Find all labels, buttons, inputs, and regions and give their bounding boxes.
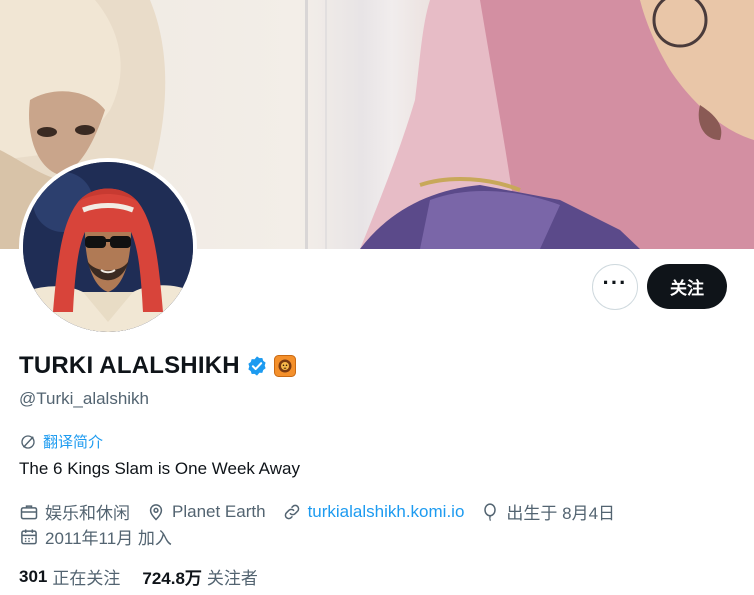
translate-icon: [21, 434, 35, 449]
lion-badge-icon[interactable]: [273, 355, 296, 377]
joined-text: 2011年11月 加入: [45, 529, 172, 548]
birthday-text: 出生于 8月4日: [506, 504, 616, 523]
avatar-image: [23, 162, 193, 332]
following-link[interactable]: 301 正在关注: [19, 564, 120, 589]
profile-bio: The 6 Kings Slam is One Week Away: [19, 459, 300, 478]
followers-count: 724.8万: [142, 569, 202, 588]
display-name: TURKI ALALSHIKH: [19, 352, 240, 379]
balloon-icon: [484, 502, 497, 521]
verified-badge-icon[interactable]: [246, 355, 268, 377]
followers-label: 关注者: [206, 569, 258, 588]
profile-meta-row-2: 2011年11月 加入: [19, 524, 188, 549]
calendar-icon: [21, 529, 37, 544]
follow-button[interactable]: 关注: [647, 264, 727, 309]
followers-link[interactable]: 724.8万 关注者: [142, 564, 258, 589]
link-icon: [284, 504, 299, 519]
profile-avatar[interactable]: [19, 158, 197, 336]
location-pin-icon: [149, 503, 163, 521]
more-options-button[interactable]: ···: [592, 264, 638, 310]
profile-handle: @Turki_alalshikh: [19, 389, 150, 408]
more-icon: ···: [602, 270, 628, 295]
joined-item: 2011年11月 加入: [19, 524, 172, 549]
follow-stats: 301 正在关注 724.8万 关注者: [19, 564, 280, 589]
briefcase-icon: [20, 504, 38, 519]
location-item: Planet Earth: [146, 502, 266, 522]
name-row: TURKI ALALSHIKH: [19, 352, 296, 380]
birthday-item: 出生于 8月4日: [480, 499, 615, 524]
following-label: 正在关注: [52, 569, 121, 588]
category-item: 娱乐和休闲: [19, 499, 130, 524]
following-count: 301: [19, 566, 48, 586]
website-item: turkialalshikh.komi.io: [282, 502, 465, 522]
location-text: Planet Earth: [172, 501, 266, 521]
translate-label: 翻译简介: [43, 434, 104, 451]
translate-bio-link[interactable]: 翻译简介: [19, 431, 103, 452]
website-link[interactable]: turkialalshikh.komi.io: [308, 502, 465, 522]
profile-meta-row: 娱乐和休闲 Planet Earth turkialalshikh.komi.i…: [19, 499, 631, 524]
category-text: 娱乐和休闲: [45, 504, 130, 523]
